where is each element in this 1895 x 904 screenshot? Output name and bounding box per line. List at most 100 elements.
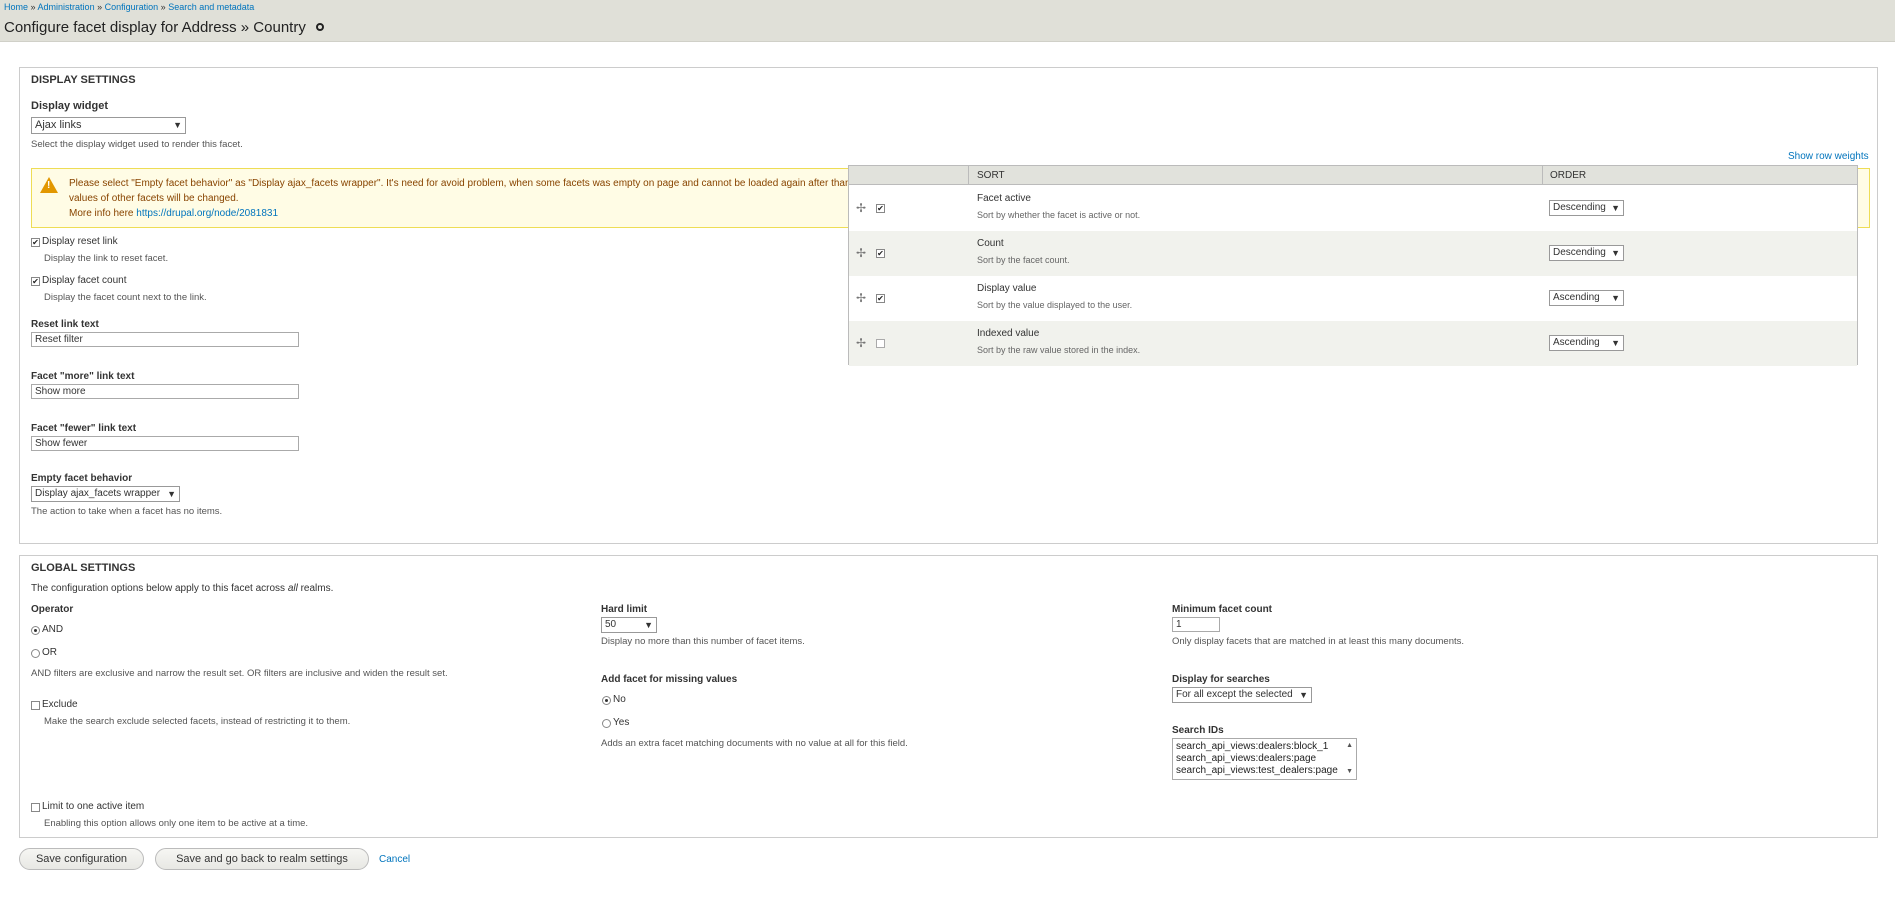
cancel-link[interactable]: Cancel: [379, 854, 410, 865]
chevron-down-icon: ▼: [1611, 248, 1620, 258]
missing-values-label: Add facet for missing values: [601, 674, 738, 685]
operator-or-radio[interactable]: [31, 649, 40, 658]
order-select-facet-active[interactable]: Descending ▼: [1549, 200, 1624, 216]
breadcrumb-configuration[interactable]: Configuration: [105, 2, 159, 12]
warning-icon: !: [40, 177, 58, 193]
page-title: Configure facet display for Address » Co…: [4, 19, 324, 36]
exclude-label[interactable]: Exclude: [42, 699, 78, 710]
order-value: Ascending: [1553, 292, 1600, 303]
sort-checkbox-count[interactable]: ✔: [876, 249, 885, 258]
drag-handle-icon[interactable]: ✢: [856, 246, 866, 260]
operator-label: Operator: [31, 604, 74, 615]
reset-link-text-input[interactable]: Reset filter: [31, 332, 299, 347]
drag-handle-icon[interactable]: ✢: [856, 291, 866, 305]
limit-one-active-label[interactable]: Limit to one active item: [42, 801, 144, 812]
chevron-down-icon: ▼: [1611, 293, 1620, 303]
scroll-up-icon[interactable]: ▲: [1346, 742, 1353, 749]
drag-handle-icon[interactable]: ✢: [856, 201, 866, 215]
warning-link[interactable]: https://drupal.org/node/2081831: [136, 208, 278, 219]
order-value: Ascending: [1553, 337, 1600, 348]
chevron-down-icon: ▼: [644, 620, 653, 630]
table-row: ✢ ✔ Count Sort by the facet count. Desce…: [849, 231, 1857, 276]
breadcrumb-search-metadata[interactable]: Search and metadata: [168, 2, 254, 12]
display-reset-link-checkbox[interactable]: ✔: [31, 238, 40, 247]
empty-facet-behavior-value: Display ajax_facets wrapper: [35, 488, 161, 499]
limit-one-active-desc: Enabling this option allows only one ite…: [44, 818, 309, 829]
fewer-link-text-input[interactable]: Show fewer: [31, 436, 299, 451]
sort-row-title: Facet active: [977, 193, 1031, 204]
display-widget-select[interactable]: Ajax links ▼: [31, 117, 186, 134]
order-select-count[interactable]: Descending ▼: [1549, 245, 1624, 261]
display-facet-count-checkbox[interactable]: ✔: [31, 277, 40, 286]
list-item[interactable]: search_api_views:dealers:page: [1176, 753, 1316, 764]
table-row: ✢ ✔ Facet active Sort by whether the fac…: [849, 186, 1857, 231]
operator-and-label[interactable]: AND: [42, 624, 63, 635]
sort-column-header: Sort: [977, 170, 1005, 181]
hard-limit-select[interactable]: 50 ▼: [601, 617, 657, 633]
sort-row-title: Indexed value: [977, 328, 1040, 339]
missing-values-no-label[interactable]: No: [613, 694, 626, 705]
missing-values-no-radio[interactable]: [602, 696, 611, 705]
warning-line-3: More info here https://drupal.org/node/2…: [69, 208, 278, 219]
operator-and-radio[interactable]: [31, 626, 40, 635]
order-column-header: Order: [1550, 170, 1587, 181]
display-widget-value: Ajax links: [35, 119, 82, 131]
display-settings-legend: Display settings: [31, 74, 136, 86]
save-and-back-button[interactable]: Save and go back to realm settings: [155, 848, 369, 870]
display-facet-count-label[interactable]: Display facet count: [42, 275, 127, 286]
chevron-down-icon: ▼: [1611, 203, 1620, 213]
warning-line-2: values of other facets will be changed.: [69, 193, 239, 204]
warning-line-1: Please select "Empty facet behavior" as …: [69, 178, 851, 189]
column-divider: [968, 166, 969, 185]
order-select-display-value[interactable]: Ascending ▼: [1549, 290, 1624, 306]
save-configuration-button[interactable]: Save configuration: [19, 848, 144, 870]
global-settings-fieldset: [19, 555, 1878, 838]
chevron-down-icon: ▼: [1611, 338, 1620, 348]
list-item[interactable]: search_api_views:test_dealers:page: [1176, 765, 1338, 776]
scroll-down-icon[interactable]: ▼: [1346, 768, 1353, 775]
search-ids-listbox[interactable]: search_api_views:dealers:block_1 search_…: [1172, 738, 1357, 780]
limit-one-active-checkbox[interactable]: [31, 803, 40, 812]
display-reset-link-label[interactable]: Display reset link: [42, 236, 118, 247]
show-row-weights-link[interactable]: Show row weights: [1788, 151, 1869, 162]
search-ids-label: Search IDs: [1172, 725, 1224, 736]
more-link-text-input[interactable]: Show more: [31, 384, 299, 399]
list-item[interactable]: search_api_views:dealers:block_1: [1176, 741, 1328, 752]
drag-handle-icon[interactable]: ✢: [856, 336, 866, 350]
minimum-facet-count-label: Minimum facet count: [1172, 604, 1273, 615]
operator-desc: AND filters are exclusive and narrow the…: [31, 668, 448, 679]
reset-link-text-label: Reset link text: [31, 319, 99, 330]
sort-row-title: Count: [977, 238, 1004, 249]
order-select-indexed-value[interactable]: Ascending ▼: [1549, 335, 1624, 351]
display-widget-desc: Select the display widget used to render…: [31, 139, 243, 150]
order-value: Descending: [1553, 202, 1606, 213]
missing-values-yes-radio[interactable]: [602, 719, 611, 728]
chevron-down-icon: ▼: [173, 120, 182, 130]
chevron-down-icon: ▼: [1299, 690, 1308, 700]
display-widget-label: Display widget: [31, 100, 109, 112]
table-row: ✢ Indexed value Sort by the raw value st…: [849, 321, 1857, 366]
shortcut-icon[interactable]: [315, 23, 324, 32]
breadcrumb-home[interactable]: Home: [4, 2, 28, 12]
sort-checkbox-facet-active[interactable]: ✔: [876, 204, 885, 213]
minimum-facet-count-desc: Only display facets that are matched in …: [1172, 636, 1465, 647]
minimum-facet-count-input[interactable]: 1: [1172, 617, 1220, 632]
column-divider: [1542, 166, 1543, 185]
breadcrumb-administration[interactable]: Administration: [38, 2, 95, 12]
sort-row-desc: Sort by the raw value stored in the inde…: [977, 345, 1141, 355]
table-row: ✢ ✔ Display value Sort by the value disp…: [849, 276, 1857, 321]
exclude-desc: Make the search exclude selected facets,…: [44, 716, 351, 727]
order-value: Descending: [1553, 247, 1606, 258]
display-for-searches-select[interactable]: For all except the selected ▼: [1172, 687, 1312, 703]
sort-checkbox-indexed-value[interactable]: [876, 339, 885, 348]
exclude-checkbox[interactable]: [31, 701, 40, 710]
sort-row-title: Display value: [977, 283, 1037, 294]
sort-row-desc: Sort by the facet count.: [977, 255, 1070, 265]
global-settings-intro: The configuration options below apply to…: [31, 583, 334, 594]
empty-facet-behavior-select[interactable]: Display ajax_facets wrapper ▼: [31, 486, 180, 502]
missing-values-yes-label[interactable]: Yes: [613, 717, 629, 728]
operator-or-label[interactable]: OR: [42, 647, 57, 658]
breadcrumb: Home » Administration » Configuration » …: [4, 2, 254, 12]
sort-checkbox-display-value[interactable]: ✔: [876, 294, 885, 303]
global-settings-legend: Global settings: [31, 562, 136, 574]
